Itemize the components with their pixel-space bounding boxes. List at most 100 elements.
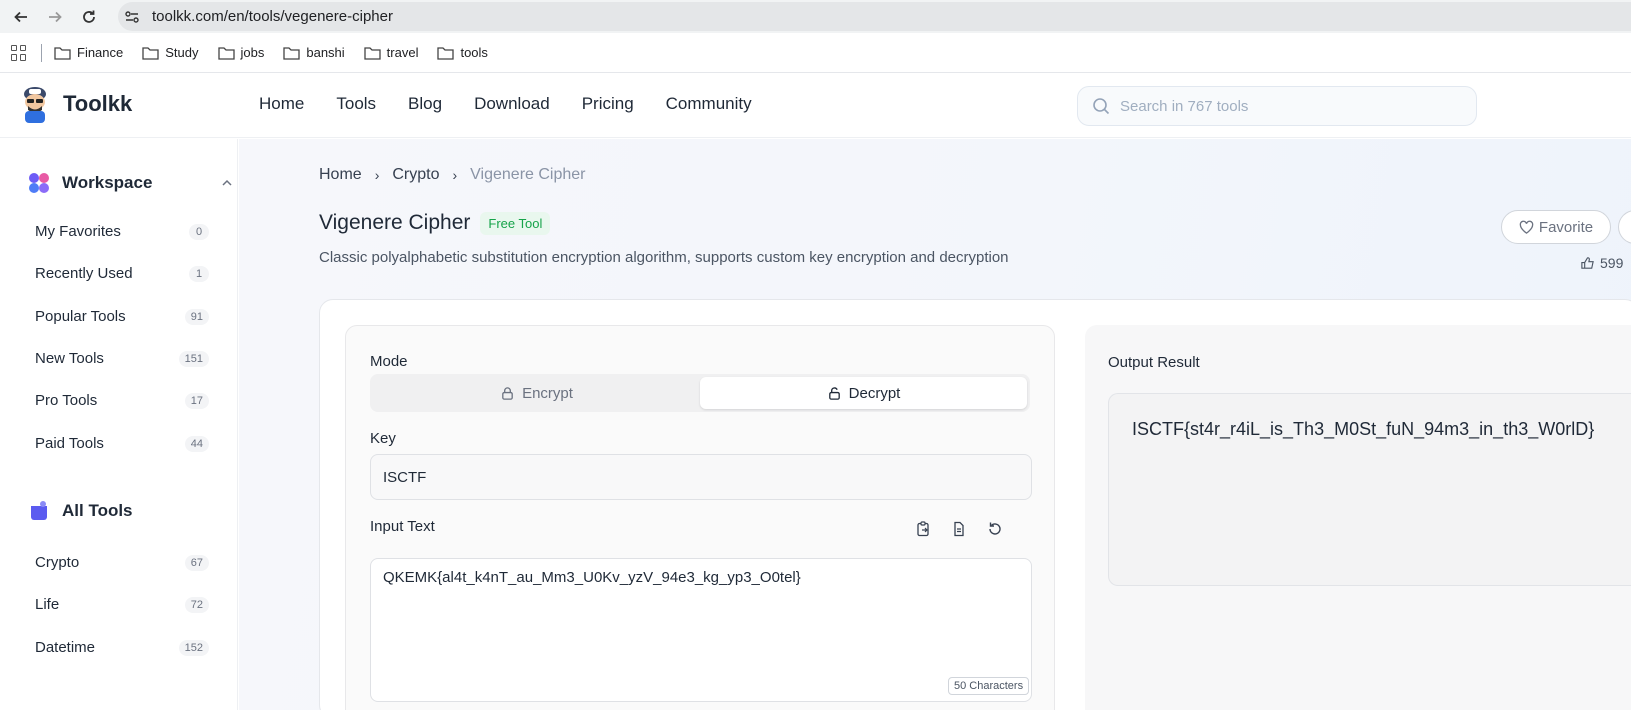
bookmark-folder[interactable]: Finance: [54, 45, 123, 60]
nav-blog[interactable]: Blog: [408, 94, 442, 114]
thumbs-up-icon: [1581, 256, 1594, 269]
folder-icon: [364, 46, 381, 60]
file-import-icon[interactable]: [950, 520, 968, 538]
address-bar[interactable]: toolkk.com/en/tools/vegenere-cipher: [118, 2, 1631, 31]
bookmarks-bar: Finance Study jobs banshi travel tools: [0, 33, 1631, 73]
folder-icon: [283, 46, 301, 60]
bookmark-folder[interactable]: tools: [437, 45, 488, 60]
item-count: 17: [184, 392, 209, 409]
mode-toggle: Encrypt Decrypt: [370, 374, 1030, 412]
reload-icon: [83, 10, 95, 23]
reset-icon[interactable]: [986, 520, 1004, 538]
page-title: Vigenere Cipher: [319, 211, 471, 234]
like-button[interactable]: 599: [1580, 255, 1623, 271]
input-textarea[interactable]: QKEMK{al4t_k4nT_au_Mm3_U0Kv_yzV_94e3_kg_…: [370, 558, 1032, 702]
site-header: Toolkk Home Tools Blog Download Pricing …: [0, 74, 1631, 138]
sidebar-item-popular-tools[interactable]: Popular Tools 91: [35, 308, 209, 325]
all-tools-title: All Tools: [62, 501, 133, 520]
folder-icon: [54, 46, 71, 60]
search-box[interactable]: [1077, 86, 1477, 126]
mode-label: Mode: [370, 353, 408, 370]
tool-description: Classic polyalphabetic substitution encr…: [319, 249, 1009, 266]
lock-icon: [502, 386, 513, 400]
workspace-title: Workspace: [62, 173, 153, 192]
main-content: Home › Crypto › Vigenere Cipher Vigenere…: [239, 139, 1631, 710]
character-count: 50 Characters: [948, 677, 1030, 695]
sidebar-item-life[interactable]: Life 72: [35, 596, 209, 613]
likes-count: 599: [1600, 255, 1624, 271]
item-count: 1: [189, 265, 209, 282]
heart-icon: [1519, 220, 1534, 234]
input-actions: [914, 520, 1022, 538]
input-text-label: Input Text: [370, 518, 435, 535]
bookmark-folder[interactable]: banshi: [283, 45, 345, 60]
item-count: 152: [178, 639, 209, 656]
sidebar-item-pro-tools[interactable]: Pro Tools 17: [35, 392, 209, 409]
key-label: Key: [370, 430, 396, 447]
paste-icon[interactable]: [914, 520, 932, 538]
item-count: 0: [189, 223, 209, 240]
output-panel: Output Result ISCTF{st4r_r4iL_is_Th3_M0S…: [1085, 325, 1631, 710]
workspace-section-header[interactable]: Workspace: [28, 172, 232, 194]
nav-community[interactable]: Community: [666, 94, 752, 114]
breadcrumb-crypto[interactable]: Crypto: [392, 166, 439, 184]
output-label: Output Result: [1108, 354, 1200, 371]
bookmark-folder[interactable]: jobs: [217, 45, 264, 60]
site-logo[interactable]: Toolkk: [20, 85, 132, 123]
share-button[interactable]: [1618, 210, 1631, 244]
top-nav: Home Tools Blog Download Pricing Communi…: [259, 94, 784, 114]
nav-pricing[interactable]: Pricing: [582, 94, 634, 114]
chevron-up-icon[interactable]: [222, 179, 232, 187]
favorite-button[interactable]: Favorite: [1501, 210, 1611, 244]
output-text: ISCTF{st4r_r4iL_is_Th3_M0St_fuN_94m3_in_…: [1132, 419, 1595, 439]
reload-button[interactable]: [76, 4, 102, 30]
bookmark-folder[interactable]: Study: [142, 45, 199, 60]
url-text: toolkk.com/en/tools/vegenere-cipher: [152, 8, 393, 25]
key-input[interactable]: [370, 454, 1032, 500]
apps-grid-icon[interactable]: [11, 44, 27, 61]
folder-icon: [142, 46, 159, 60]
folder-icon: [217, 46, 235, 60]
nav-home[interactable]: Home: [259, 94, 304, 114]
sidebar-item-recently-used[interactable]: Recently Used 1: [35, 265, 209, 282]
item-count: 44: [184, 435, 209, 452]
chevron-right-icon: ›: [374, 167, 380, 183]
decrypt-option[interactable]: Decrypt: [700, 377, 1027, 409]
search-icon: [1093, 98, 1110, 115]
unlock-icon: [828, 386, 840, 400]
bookmark-folder[interactable]: travel: [364, 45, 418, 60]
sidebar-item-paid-tools[interactable]: Paid Tools 44: [35, 435, 209, 452]
arrow-right-icon: [49, 11, 62, 22]
site-info-icon[interactable]: [118, 3, 146, 31]
brand-name: Toolkk: [63, 91, 133, 116]
free-tool-badge: Free Tool: [480, 211, 551, 235]
back-button[interactable]: [8, 4, 34, 30]
tool-card: Mode Encrypt Decrypt Key Input Text QKEM: [319, 299, 1631, 710]
bookmarks-divider: [41, 43, 42, 62]
item-count: 91: [184, 308, 209, 325]
forward-button[interactable]: [42, 4, 68, 30]
browser-toolbar: toolkk.com/en/tools/vegenere-cipher: [0, 0, 1631, 33]
nav-download[interactable]: Download: [474, 94, 550, 114]
item-count: 67: [184, 554, 209, 571]
sidebar-item-new-tools[interactable]: New Tools 151: [35, 350, 209, 367]
sidebar-item-my-favorites[interactable]: My Favorites 0: [35, 223, 209, 240]
folder-icon: [437, 46, 455, 60]
item-count: 72: [184, 596, 209, 613]
tool-title-row: Vigenere Cipher Free Tool: [319, 211, 551, 235]
sidebar-item-crypto[interactable]: Crypto 67: [35, 554, 209, 571]
breadcrumb: Home › Crypto › Vigenere Cipher: [319, 166, 586, 184]
toolkk-mascot-icon: [24, 87, 46, 123]
all-tools-section-header[interactable]: All Tools: [28, 500, 133, 522]
item-count: 151: [178, 350, 209, 367]
sidebar-item-datetime[interactable]: Datetime 152: [35, 639, 209, 656]
breadcrumb-current: Vigenere Cipher: [470, 166, 586, 183]
breadcrumb-home[interactable]: Home: [319, 166, 362, 184]
encrypt-option[interactable]: Encrypt: [373, 377, 700, 409]
sidebar: Workspace My Favorites 0 Recently Used 1 P…: [0, 139, 238, 710]
arrow-left-icon: [14, 11, 27, 22]
output-box[interactable]: ISCTF{st4r_r4iL_is_Th3_M0St_fuN_94m3_in_…: [1108, 393, 1631, 586]
nav-tools[interactable]: Tools: [336, 94, 376, 114]
search-input[interactable]: [1120, 97, 1460, 115]
workspace-icon: [29, 173, 49, 193]
